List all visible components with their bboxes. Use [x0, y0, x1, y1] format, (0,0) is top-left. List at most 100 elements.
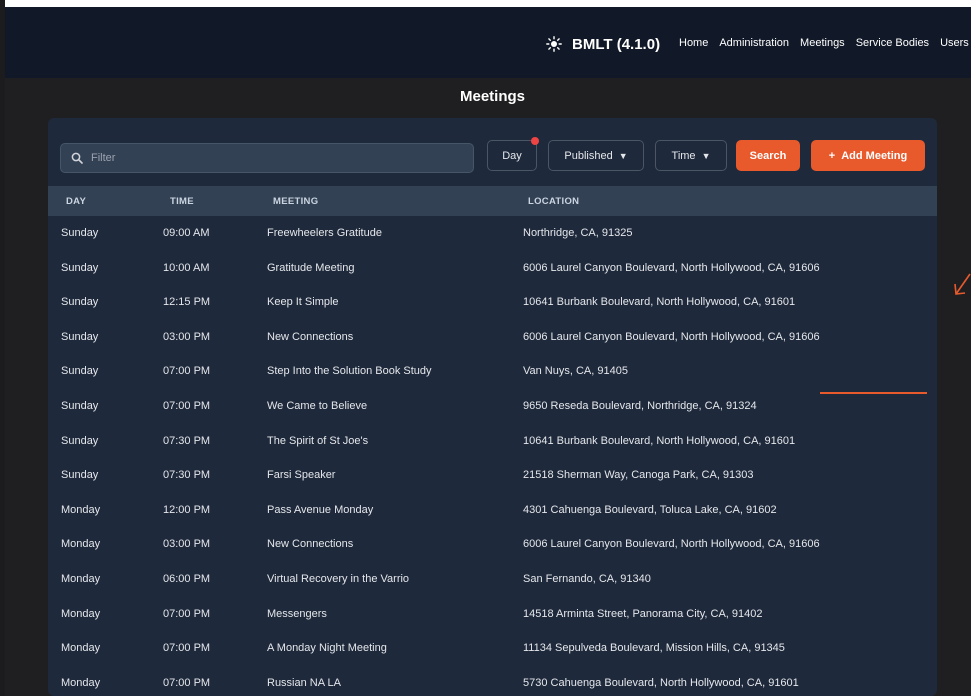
row-time: 10:00 AM [163, 261, 210, 274]
page: Meetings Day Published ▼ Time ▼ Search +… [5, 78, 971, 696]
search-button[interactable]: Search [736, 140, 800, 171]
column-header-time[interactable]: TIME [170, 196, 194, 207]
row-meeting: The Spirit of St Joe's [267, 434, 369, 447]
table-row[interactable]: Sunday 07:30 PM The Spirit of St Joe's 1064… [48, 424, 937, 459]
row-meeting: Step Into the Solution Book Study [267, 365, 432, 378]
nav-home[interactable]: Home [679, 37, 708, 53]
row-day: Monday [61, 607, 101, 620]
row-location: 6006 Laurel Canyon Boulevard, North Holl… [523, 330, 820, 343]
row-day: Sunday [61, 227, 99, 239]
active-filter-dot [531, 137, 539, 145]
row-day: Monday [61, 573, 101, 585]
add-meeting-button[interactable]: + Add Meeting [811, 140, 925, 171]
top-edge [5, 0, 971, 7]
annotation-underline [820, 392, 927, 394]
column-header-meeting[interactable]: MEETING [273, 196, 318, 207]
table-row[interactable]: Sunday 03:00 PM New Connections 6006 Laurel… [48, 320, 937, 355]
row-time: 07:00 PM [163, 365, 211, 378]
row-day: Monday [61, 538, 101, 551]
main-nav: Home Administration Meetings Service Bod… [679, 37, 969, 53]
meetings-panel: Day Published ▼ Time ▼ Search + Add Meet… [48, 118, 937, 696]
column-header-location[interactable]: LOCATION [528, 196, 579, 207]
nav-users[interactable]: Users [940, 37, 969, 53]
row-day: Sunday [61, 330, 99, 343]
row-day: Sunday [61, 434, 99, 447]
row-meeting: A Monday Night Meeting [267, 642, 387, 655]
arrow-annotation-icon [954, 273, 971, 295]
row-meeting: Freewheelers Gratitude [267, 227, 382, 239]
row-time: 12:00 PM [163, 503, 211, 516]
row-location: 9650 Reseda Boulevard, Northridge, CA, 9… [523, 400, 757, 412]
row-day: Monday [61, 642, 101, 655]
row-meeting: Pass Avenue Monday [267, 503, 374, 516]
row-time: 07:00 PM [163, 400, 211, 412]
row-meeting: Virtual Recovery in the Varrio [267, 573, 410, 585]
published-filter-label: Published [564, 149, 613, 162]
nav-meetings[interactable]: Meetings [800, 37, 845, 53]
row-location: 4301 Cahuenga Boulevard, Toluca Lake, CA… [523, 503, 777, 516]
table-row[interactable]: Monday 07:00 PM A Monday Night Meeting 1113… [48, 631, 937, 666]
table-row[interactable]: Monday 06:00 PM Virtual Recovery in the Va… [48, 562, 937, 597]
row-time: 03:00 PM [163, 330, 211, 343]
row-meeting: New Connections [267, 538, 354, 551]
table-row[interactable]: Monday 07:00 PM Russian NA LA 5730 Cahuenga… [48, 666, 937, 696]
filter-field[interactable] [60, 143, 474, 173]
row-location: 5730 Cahuenga Boulevard, North Hollywood… [523, 676, 799, 689]
row-time: 09:00 AM [163, 227, 210, 239]
day-filter-label: Day [502, 149, 522, 162]
row-location: 21518 Sherman Way, Canoga Park, CA, 9130… [523, 469, 754, 482]
add-meeting-label: Add Meeting [841, 149, 908, 162]
row-day: Sunday [61, 400, 99, 412]
table-row[interactable]: Sunday 07:00 PM We Came to Believe 9650 Res… [48, 389, 937, 424]
navbar: BMLT (4.1.0) Home Administration Meeting… [5, 7, 971, 78]
row-meeting: Gratitude Meeting [267, 261, 355, 274]
row-location: 6006 Laurel Canyon Boulevard, North Holl… [523, 261, 820, 274]
row-meeting: New Connections [267, 330, 354, 343]
row-location: Northridge, CA, 91325 [523, 227, 633, 239]
brand-title: BMLT (4.1.0) [572, 35, 661, 53]
plus-icon: + [828, 149, 836, 162]
table-row[interactable]: Sunday 12:15 PM Keep It Simple 10641 Burban… [48, 285, 937, 320]
table-row[interactable]: Sunday 07:00 PM Step Into the Solution Boo… [48, 354, 937, 389]
nav-administration[interactable]: Administration [719, 37, 789, 53]
page-title: Meetings [459, 88, 525, 105]
table-header: DAY TIME MEETING LOCATION [48, 186, 937, 216]
row-time: 07:00 PM [163, 607, 211, 620]
sun-icon [546, 36, 562, 52]
row-meeting: Russian NA LA [267, 676, 341, 689]
row-meeting: Messengers [267, 607, 327, 620]
published-filter-button[interactable]: Published ▼ [548, 140, 644, 171]
row-time: 07:00 PM [163, 676, 211, 689]
table-row[interactable]: Sunday 10:00 AM Gratitude Meeting 6006 Laur… [48, 251, 937, 286]
search-icon [71, 152, 83, 164]
row-time: 07:00 PM [163, 642, 211, 655]
time-filter-button[interactable]: Time ▼ [655, 140, 727, 171]
nav-service-bodies[interactable]: Service Bodies [856, 37, 929, 53]
day-filter-button[interactable]: Day [487, 137, 539, 171]
time-filter-label: Time [671, 149, 696, 162]
filter-input[interactable] [91, 152, 451, 164]
table-row[interactable]: Monday 12:00 PM Pass Avenue Monday 4301 Cah… [48, 493, 937, 528]
row-meeting: Farsi Speaker [267, 469, 336, 482]
brand[interactable]: BMLT (4.1.0) [546, 34, 660, 54]
table-row[interactable]: Sunday 09:00 AM Freewheelers Gratitude Nort… [48, 216, 937, 251]
row-day: Sunday [61, 296, 99, 309]
chevron-down-icon: ▼ [701, 150, 711, 161]
table-row[interactable]: Sunday 07:30 PM Farsi Speaker 21518 Sherman… [48, 458, 937, 493]
row-location: 10641 Burbank Boulevard, North Hollywood… [523, 434, 796, 447]
row-time: 12:15 PM [163, 296, 211, 309]
row-day: Sunday [61, 469, 99, 482]
row-meeting: We Came to Believe [267, 400, 368, 412]
table-row[interactable]: Monday 07:00 PM Messengers 14518 Arminta St… [48, 597, 937, 632]
row-meeting: Keep It Simple [267, 296, 339, 309]
row-location: 11134 Sepulveda Boulevard, Mission Hills… [523, 642, 785, 655]
row-day: Sunday [61, 365, 99, 378]
row-day: Monday [61, 676, 101, 689]
row-location: 10641 Burbank Boulevard, North Hollywood… [523, 296, 796, 309]
row-time: 06:00 PM [163, 573, 211, 585]
column-header-day[interactable]: DAY [66, 196, 86, 207]
table-row[interactable]: Monday 03:00 PM New Connections 6006 Laurel… [48, 527, 937, 562]
row-time: 07:30 PM [163, 469, 211, 482]
row-time: 07:30 PM [163, 434, 211, 447]
row-location: San Fernando, CA, 91340 [523, 573, 651, 585]
